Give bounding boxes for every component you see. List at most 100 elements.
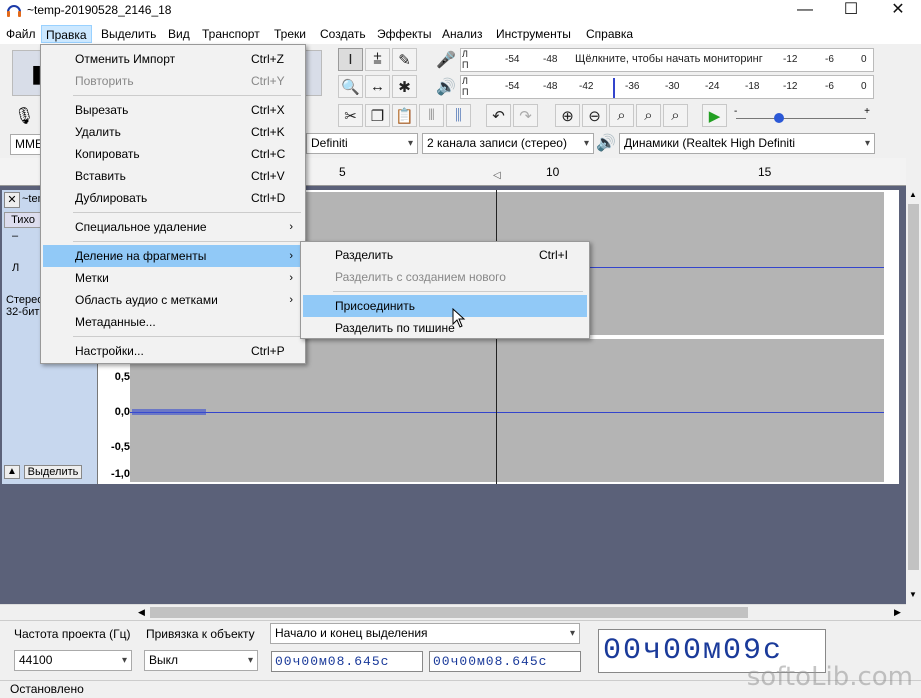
menu-split-new[interactable]: Разделить с созданием нового <box>303 266 587 288</box>
recording-meter[interactable]: Л П -54 -48 Щёлкните, чтобы начать монит… <box>460 48 874 72</box>
snap-to-select[interactable]: Выкл ▾ <box>144 650 258 671</box>
pan-left-label: Л <box>12 262 20 274</box>
menu-preferences[interactable]: Настройки... Ctrl+P <box>43 340 303 362</box>
zoom-out-button[interactable]: ⊖ <box>582 104 607 127</box>
menu-select[interactable]: Выделить <box>97 25 160 43</box>
undo-button[interactable]: ↶ <box>486 104 511 127</box>
host-select[interactable]: MME <box>10 134 42 155</box>
minimize-button[interactable]: — <box>782 0 828 22</box>
playback-meter[interactable]: Л П -54 -48 -42 -36 -30 -24 -18 -12 -6 0 <box>460 75 874 99</box>
menu-split[interactable]: Разделить Ctrl+I <box>303 244 587 266</box>
menu-undo[interactable]: Отменить Импорт Ctrl+Z <box>43 48 303 70</box>
menu-cut[interactable]: Вырезать Ctrl+X <box>43 99 303 121</box>
slider-plus-icon: + <box>864 106 870 117</box>
playhead-marker-icon: ◁ <box>493 170 501 181</box>
scroll-left-icon[interactable]: ◀ <box>138 607 145 618</box>
ruler-label: 5 <box>339 165 346 179</box>
menu-tools[interactable]: Инструменты <box>492 25 575 43</box>
status-text: Остановлено <box>10 682 84 696</box>
trim-button[interactable]: ⫴ <box>419 104 444 127</box>
asterisk-icon: ✱ <box>398 78 411 96</box>
draw-tool-button[interactable]: ✎ <box>392 48 417 71</box>
menu-delete[interactable]: Удалить Ctrl+K <box>43 121 303 143</box>
scroll-down-icon[interactable]: ▼ <box>909 590 917 599</box>
scroll-thumb[interactable] <box>150 607 748 618</box>
meter-hint-text: Щёлкните, чтобы начать мониторинг <box>575 53 763 65</box>
envelope-icon: ⩲ <box>373 51 382 68</box>
menu-separator <box>73 241 301 242</box>
zoom-in-button[interactable]: ⊕ <box>555 104 580 127</box>
menu-file[interactable]: Файл <box>2 25 40 43</box>
menu-help[interactable]: Справка <box>582 25 637 43</box>
meter-tick: -24 <box>705 81 720 92</box>
mouse-pointer-icon <box>452 308 466 328</box>
menu-view[interactable]: Вид <box>164 25 194 43</box>
collapse-track-icon[interactable]: ▲ <box>4 465 20 479</box>
menu-copy[interactable]: Копировать Ctrl+C <box>43 143 303 165</box>
select-track-button[interactable]: Выделить <box>24 465 82 479</box>
close-button[interactable]: ✕ <box>875 0 921 22</box>
zoom-tool-button[interactable]: 🔍 <box>338 75 363 98</box>
selection-mode-select[interactable]: Начало и конец выделения ▾ <box>270 623 580 644</box>
fit-project-button[interactable]: ⌕ <box>636 104 661 127</box>
envelope-tool-button[interactable]: ⩲ <box>365 48 390 71</box>
meter-tick: -12 <box>783 81 798 92</box>
mute-button[interactable]: Тихо <box>4 212 42 228</box>
selection-end-time[interactable]: 00ч00м08.645с <box>429 651 581 672</box>
scroll-right-icon[interactable]: ▶ <box>894 607 901 618</box>
snap-to-label: Привязка к объекту <box>146 627 255 641</box>
menu-generate[interactable]: Создать <box>316 25 370 43</box>
record-meter-mic-icon[interactable]: 🎤 <box>436 50 456 70</box>
silence-button[interactable]: ⫼ <box>446 104 471 127</box>
edit-menu-dropdown: Отменить Импорт Ctrl+Z Повторить Ctrl+Y Вы… <box>40 44 306 364</box>
multi-tool-button[interactable]: ✱ <box>392 75 417 98</box>
menu-labeled-audio[interactable]: Область аудио с метками › <box>43 289 303 311</box>
cut-button[interactable]: ✂ <box>338 104 363 127</box>
slider-thumb[interactable] <box>774 113 784 123</box>
menu-labels[interactable]: Метки › <box>43 267 303 289</box>
redo-icon: ↷ <box>519 107 532 125</box>
redo-button[interactable]: ↷ <box>513 104 538 127</box>
magnifier-icon: 🔍 <box>341 78 360 96</box>
vertical-scrollbar[interactable]: ▲ ▼ <box>906 186 921 604</box>
pencil-icon: ✎ <box>398 51 411 69</box>
menu-join[interactable]: Присоединить <box>303 295 587 317</box>
play-speed-slider[interactable]: - + <box>732 106 872 128</box>
timeshift-tool-button[interactable]: ↔ <box>365 75 390 98</box>
menu-special-delete[interactable]: Специальное удаление › <box>43 216 303 238</box>
scroll-up-icon[interactable]: ▲ <box>909 190 917 199</box>
selection-start-time[interactable]: 00ч00м08.645с <box>271 651 423 672</box>
play-at-speed-button[interactable]: ▶ <box>702 104 727 127</box>
project-rate-select[interactable]: 44100 ▾ <box>14 650 132 671</box>
menu-redo[interactable]: Повторить Ctrl+Y <box>43 70 303 92</box>
menu-tracks[interactable]: Треки <box>270 25 310 43</box>
microphone-icon: 🎙 <box>14 108 35 125</box>
output-device-select[interactable]: Динамики (Realtek High Definiti ▾ <box>619 133 875 154</box>
menu-duplicate[interactable]: Дублировать Ctrl+D <box>43 187 303 209</box>
paste-button[interactable]: 📋 <box>392 104 417 127</box>
track-close-icon[interactable]: ✕ <box>4 192 20 208</box>
channels-select[interactable]: 2 канала записи (стерео) ▾ <box>422 133 594 154</box>
horizontal-scrollbar[interactable]: ◀ ▶ <box>0 604 906 620</box>
maximize-button[interactable]: ☐ <box>828 0 874 22</box>
menu-transport[interactable]: Транспорт <box>198 25 264 43</box>
selection-tool-button[interactable]: I <box>338 48 363 71</box>
menu-analyze[interactable]: Анализ <box>438 25 487 43</box>
menu-paste[interactable]: Вставить Ctrl+V <box>43 165 303 187</box>
menu-detach-at-silences[interactable]: Разделить по тишине <box>303 317 587 339</box>
playback-meter-speaker-icon[interactable]: 🔊 <box>436 77 456 97</box>
undo-icon: ↶ <box>492 107 505 125</box>
input-device-select[interactable]: Definiti ▾ <box>306 133 418 154</box>
menu-metadata[interactable]: Метаданные... <box>43 311 303 333</box>
fit-selection-button[interactable]: ⌕ <box>609 104 634 127</box>
menu-edit[interactable]: Правка <box>41 25 92 43</box>
menu-effects[interactable]: Эффекты <box>373 25 436 43</box>
scroll-thumb[interactable] <box>908 204 919 570</box>
waveform-line <box>130 412 884 413</box>
meter-right-label: П <box>462 87 469 97</box>
menu-clip-boundaries[interactable]: Деление на фрагменты › <box>43 245 303 267</box>
ibeam-icon: I <box>348 51 353 68</box>
zoom-toggle-button[interactable]: ⌕ <box>663 104 688 127</box>
copy-button[interactable]: ❐ <box>365 104 390 127</box>
clipboard-icon: 📋 <box>395 107 414 125</box>
